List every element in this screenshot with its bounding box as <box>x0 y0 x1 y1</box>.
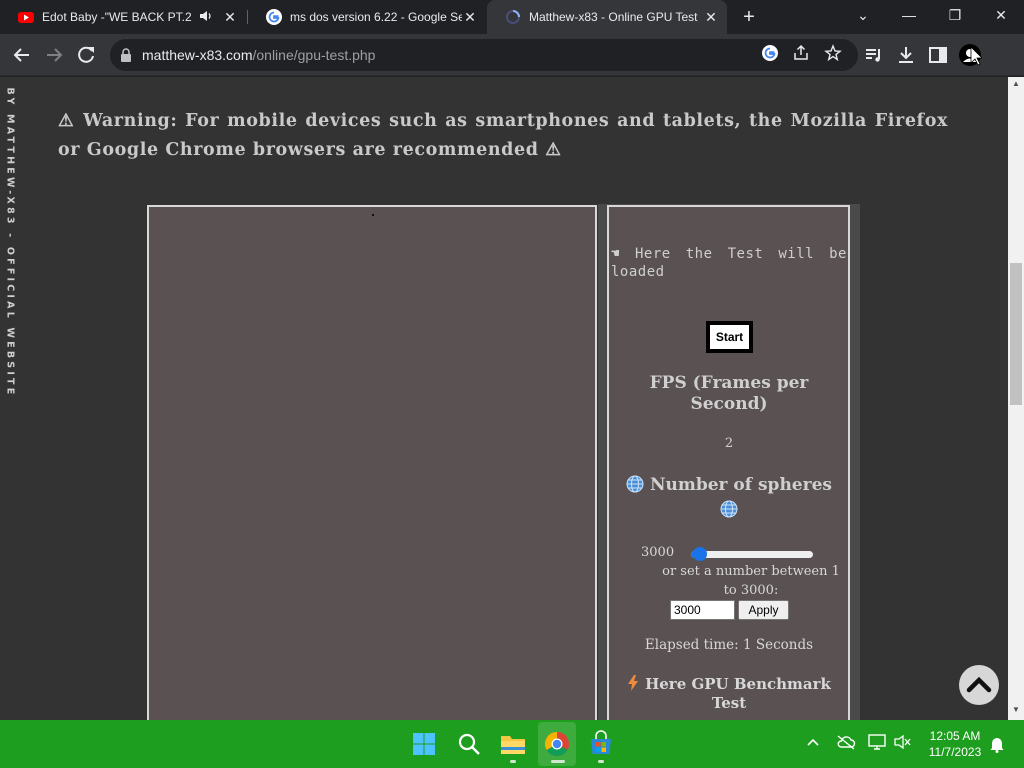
chevron-up-icon[interactable] <box>805 734 821 753</box>
bookmark-star-icon[interactable] <box>822 44 844 66</box>
start-button[interactable]: Start <box>706 321 753 353</box>
new-tab-button[interactable]: + <box>738 6 760 28</box>
address-bar[interactable]: matthew-x83.com/online/gpu-test.php <box>110 39 858 71</box>
download-icon[interactable] <box>894 43 918 67</box>
spheres-heading-label: Number of spheres <box>649 475 832 495</box>
youtube-icon <box>18 12 34 23</box>
tab-youtube[interactable]: Edot Baby -"WE BACK PT.2" ✕ <box>0 0 246 34</box>
tab-strip: Edot Baby -"WE BACK PT.2" ✕ ms dos versi… <box>0 0 1024 34</box>
speaker-icon[interactable] <box>199 9 213 23</box>
mobile-warning: ⚠ Warning: For mobile devices such as sm… <box>58 111 948 160</box>
close-tab-icon[interactable]: ✕ <box>222 9 238 25</box>
google-lens-icon[interactable] <box>759 44 781 66</box>
back-button[interactable] <box>10 43 34 67</box>
google-icon <box>266 9 282 25</box>
control-panel: ☚ Here the Test will be loaded Start FPS… <box>607 205 850 720</box>
scroll-down-arrow-icon[interactable]: ▼ <box>1012 705 1020 714</box>
apply-button[interactable]: Apply <box>738 600 789 620</box>
start-button-label: Start <box>710 325 749 349</box>
windows-start-icon[interactable] <box>408 728 440 760</box>
page-content: BY MATTHEW-X83 - OFFICIAL WEBSITE ⚠ Warn… <box>0 77 1008 720</box>
tab-title: Edot Baby -"WE BACK PT.2" <box>42 10 192 24</box>
lightning-icon <box>628 675 639 691</box>
chrome-icon[interactable] <box>541 728 573 760</box>
chevron-up-icon <box>966 676 992 693</box>
media-control-icon[interactable] <box>862 43 886 67</box>
test-canvas[interactable] <box>147 205 597 720</box>
taskbar-clock[interactable]: 12:05 AM 11/7/2023 <box>922 728 988 760</box>
running-indicator <box>510 760 516 763</box>
fps-heading: FPS (Frames per Second) <box>649 373 809 414</box>
close-window-button[interactable]: ✕ <box>978 0 1024 30</box>
search-icon[interactable] <box>453 728 485 760</box>
close-tab-icon[interactable]: ✕ <box>703 9 719 25</box>
display-icon[interactable] <box>868 734 886 753</box>
lock-icon <box>121 48 131 62</box>
scroll-up-arrow-icon[interactable]: ▲ <box>1012 79 1020 88</box>
canvas-sphere-dot <box>372 214 374 216</box>
scrollbar-thumb[interactable] <box>1010 263 1022 405</box>
side-panel-icon[interactable] <box>926 43 950 67</box>
browser-toolbar: matthew-x83.com/online/gpu-test.php <box>0 34 1024 76</box>
tab-google-search[interactable]: ms dos version 6.22 - Google Se ✕ <box>248 0 486 34</box>
clock-date: 11/7/2023 <box>928 745 982 759</box>
profile-avatar[interactable] <box>958 43 983 67</box>
running-indicator <box>598 760 604 763</box>
tab-title: ms dos version 6.22 - Google Se <box>290 10 462 24</box>
tab-search-chevron-icon[interactable]: ⌄ <box>840 0 886 30</box>
url-host: matthew-x83.com <box>142 47 253 63</box>
windows-taskbar: 12:05 AM 11/7/2023 <box>0 720 1024 768</box>
microsoft-store-icon[interactable] <box>585 728 617 760</box>
arrow-right-icon <box>47 48 63 62</box>
spheres-slider-value: 3000 <box>641 545 675 560</box>
globe-icon <box>720 500 738 518</box>
notification-bell-icon[interactable] <box>989 735 1005 756</box>
forward-button[interactable] <box>42 43 66 67</box>
elapsed-time: Elapsed time: 1 Seconds <box>644 637 814 653</box>
page-scrollbar[interactable]: ▲ ▼ <box>1008 77 1024 720</box>
restore-button[interactable]: ❐ <box>932 0 978 30</box>
spheres-heading: Number of spheres <box>609 473 849 523</box>
globe-icon <box>626 475 644 493</box>
range-note: or set a number between 1 to 3000: <box>662 564 840 598</box>
active-indicator <box>551 760 565 763</box>
scroll-to-top-button[interactable] <box>959 665 999 705</box>
spheres-slider-thumb[interactable] <box>693 547 707 561</box>
clock-time: 12:05 AM <box>929 729 981 743</box>
tab-title: Matthew-x83 - Online GPU Test <box>529 10 698 24</box>
file-explorer-icon[interactable] <box>497 728 529 760</box>
reload-button[interactable] <box>74 43 98 67</box>
arrow-left-icon <box>13 48 29 62</box>
spheres-slider[interactable] <box>691 547 813 561</box>
benchmark-heading: Here GPU Benchmark Test <box>609 675 849 713</box>
side-credit-text: BY MATTHEW-X83 - OFFICIAL WEBSITE <box>4 87 16 398</box>
vertical-site-credit: BY MATTHEW-X83 - OFFICIAL WEBSITE <box>0 77 20 417</box>
reload-icon <box>78 46 94 63</box>
test-loaded-message: ☚ Here the Test will be loaded <box>611 246 847 280</box>
tab-gpu-test[interactable]: Matthew-x83 - Online GPU Test ✕ <box>487 0 727 34</box>
fps-value: 2 <box>724 436 734 451</box>
cloud-offline-icon[interactable] <box>836 734 856 753</box>
spheres-number-input[interactable]: 3000 <box>670 600 735 620</box>
benchmark-heading-label: Here GPU Benchmark Test <box>645 675 831 712</box>
loading-spinner-icon <box>506 10 520 24</box>
spheres-slider-row: 3000 <box>641 543 851 563</box>
minimize-button[interactable]: — <box>886 0 932 30</box>
url-path: /online/gpu-test.php <box>252 47 376 63</box>
url-text: matthew-x83.com/online/gpu-test.php <box>142 47 375 63</box>
close-tab-icon[interactable]: ✕ <box>462 9 478 25</box>
share-icon[interactable] <box>790 44 812 66</box>
speaker-muted-icon[interactable] <box>894 734 912 753</box>
